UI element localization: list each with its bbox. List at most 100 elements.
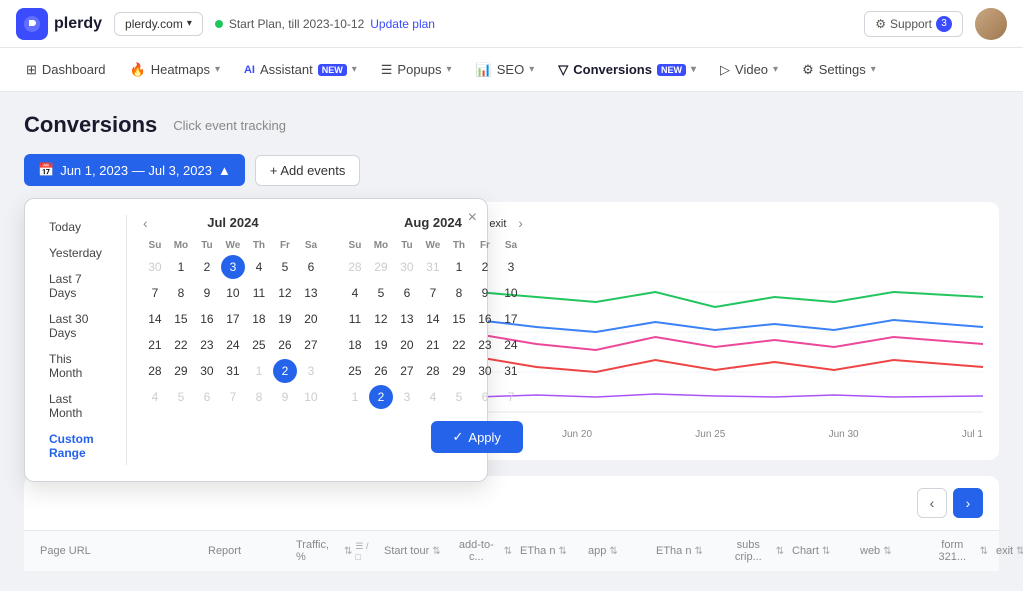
nav-item-assistant[interactable]: AI Assistant NEW ▾ bbox=[234, 56, 367, 83]
cal-day[interactable]: 29 bbox=[369, 255, 393, 279]
cal-day[interactable]: 14 bbox=[421, 307, 445, 331]
cal-day[interactable]: 7 bbox=[421, 281, 445, 305]
cal-day[interactable]: 4 bbox=[247, 255, 271, 279]
cal-day[interactable]: 26 bbox=[369, 359, 393, 383]
cal-day[interactable]: 14 bbox=[143, 307, 167, 331]
cal-day[interactable]: 2 bbox=[273, 359, 297, 383]
cal-day[interactable]: 23 bbox=[195, 333, 219, 357]
cal-day[interactable]: 6 bbox=[473, 385, 497, 409]
cal-day[interactable]: 10 bbox=[221, 281, 245, 305]
nav-item-heatmaps[interactable]: 🔥 Heatmaps ▾ bbox=[120, 56, 230, 84]
cal-day[interactable]: 3 bbox=[395, 385, 419, 409]
cal-day[interactable]: 4 bbox=[143, 385, 167, 409]
cal-day[interactable]: 30 bbox=[195, 359, 219, 383]
cal-day[interactable]: 24 bbox=[221, 333, 245, 357]
cal-day[interactable]: 10 bbox=[299, 385, 323, 409]
cal-day[interactable]: 25 bbox=[343, 359, 367, 383]
cal-day[interactable]: 24 bbox=[499, 333, 523, 357]
cal-day[interactable]: 2 bbox=[473, 255, 497, 279]
preset-today[interactable]: Today bbox=[41, 215, 110, 239]
cal-day[interactable]: 29 bbox=[169, 359, 193, 383]
cal-day[interactable]: 5 bbox=[169, 385, 193, 409]
cal-day[interactable]: 15 bbox=[447, 307, 471, 331]
cal-day-selected[interactable]: 3 bbox=[221, 255, 245, 279]
cal-day[interactable]: 9 bbox=[273, 385, 297, 409]
cal-day[interactable]: 16 bbox=[473, 307, 497, 331]
cal-day[interactable]: 20 bbox=[299, 307, 323, 331]
cal-day[interactable]: 21 bbox=[143, 333, 167, 357]
add-events-button[interactable]: + Add events bbox=[255, 155, 361, 186]
cal-day[interactable]: 6 bbox=[299, 255, 323, 279]
cal-day[interactable]: 6 bbox=[395, 281, 419, 305]
cal-day[interactable]: 16 bbox=[195, 307, 219, 331]
cal-day[interactable]: 22 bbox=[169, 333, 193, 357]
cal-day[interactable]: 19 bbox=[273, 307, 297, 331]
avatar[interactable] bbox=[975, 8, 1007, 40]
cal-day[interactable]: 9 bbox=[195, 281, 219, 305]
cal-day[interactable]: 3 bbox=[499, 255, 523, 279]
cal-day[interactable]: 3 bbox=[299, 359, 323, 383]
cal-day[interactable]: 5 bbox=[447, 385, 471, 409]
nav-item-dashboard[interactable]: ⊞ Dashboard bbox=[16, 56, 116, 84]
cal-day[interactable]: 6 bbox=[195, 385, 219, 409]
nav-item-seo[interactable]: 📊 SEO ▾ bbox=[466, 56, 545, 84]
table-next-button[interactable]: › bbox=[953, 488, 983, 518]
cal-day[interactable]: 1 bbox=[447, 255, 471, 279]
cal-day[interactable]: 9 bbox=[473, 281, 497, 305]
cal-day[interactable]: 4 bbox=[343, 281, 367, 305]
preset-custom[interactable]: Custom Range bbox=[41, 427, 110, 465]
preset-last30[interactable]: Last 30 Days bbox=[41, 307, 110, 345]
cal-day[interactable]: 27 bbox=[395, 359, 419, 383]
cal-day[interactable]: 15 bbox=[169, 307, 193, 331]
cal-day[interactable]: 28 bbox=[343, 255, 367, 279]
cal-day[interactable]: 13 bbox=[299, 281, 323, 305]
cal-day[interactable]: 11 bbox=[343, 307, 367, 331]
cal-day[interactable]: 27 bbox=[299, 333, 323, 357]
cal-day[interactable]: 8 bbox=[169, 281, 193, 305]
cal-day[interactable]: 2 bbox=[195, 255, 219, 279]
cal-day[interactable]: 17 bbox=[499, 307, 523, 331]
cal-day[interactable]: 1 bbox=[169, 255, 193, 279]
cal-day[interactable]: 8 bbox=[447, 281, 471, 305]
cal-day[interactable]: 18 bbox=[343, 333, 367, 357]
update-plan-link[interactable]: Update plan bbox=[370, 17, 435, 31]
cal-day[interactable]: 28 bbox=[143, 359, 167, 383]
domain-selector[interactable]: plerdy.com ▾ bbox=[114, 12, 203, 36]
cal-day[interactable]: 26 bbox=[273, 333, 297, 357]
cal-day[interactable]: 12 bbox=[273, 281, 297, 305]
cal-day[interactable]: 13 bbox=[395, 307, 419, 331]
date-range-button[interactable]: 📅 Jun 1, 2023 — Jul 3, 2023 ▲ bbox=[24, 154, 245, 186]
cal-day[interactable]: 31 bbox=[499, 359, 523, 383]
cal-day[interactable]: 10 bbox=[499, 281, 523, 305]
nav-item-conversions[interactable]: ▽ Conversions NEW ▾ bbox=[548, 56, 706, 84]
cal-day[interactable]: 7 bbox=[221, 385, 245, 409]
prev-month-button[interactable]: ‹ bbox=[143, 215, 148, 231]
cal-day[interactable]: 22 bbox=[447, 333, 471, 357]
preset-this-month[interactable]: This Month bbox=[41, 347, 110, 385]
cal-day[interactable]: 31 bbox=[221, 359, 245, 383]
cal-day[interactable]: 18 bbox=[247, 307, 271, 331]
cal-day[interactable]: 1 bbox=[343, 385, 367, 409]
preset-last7[interactable]: Last 7 Days bbox=[41, 267, 110, 305]
cal-day[interactable]: 21 bbox=[421, 333, 445, 357]
cal-day[interactable]: 11 bbox=[247, 281, 271, 305]
cal-day[interactable]: 25 bbox=[247, 333, 271, 357]
cal-day[interactable]: 4 bbox=[421, 385, 445, 409]
cal-day[interactable]: 30 bbox=[395, 255, 419, 279]
cal-day[interactable]: 7 bbox=[499, 385, 523, 409]
table-prev-button[interactable]: ‹ bbox=[917, 488, 947, 518]
cal-day[interactable]: 30 bbox=[143, 255, 167, 279]
cal-day[interactable]: 5 bbox=[273, 255, 297, 279]
cal-day[interactable]: 30 bbox=[473, 359, 497, 383]
nav-item-popups[interactable]: ☰ Popups ▾ bbox=[371, 56, 462, 84]
apply-button[interactable]: ✓ Apply bbox=[431, 421, 523, 453]
cal-day[interactable]: 1 bbox=[247, 359, 271, 383]
cal-day[interactable]: 20 bbox=[395, 333, 419, 357]
preset-last-month[interactable]: Last Month bbox=[41, 387, 110, 425]
cal-day[interactable]: 5 bbox=[369, 281, 393, 305]
cal-day[interactable]: 8 bbox=[247, 385, 271, 409]
cal-day-selected[interactable]: 2 bbox=[369, 385, 393, 409]
cal-day[interactable]: 19 bbox=[369, 333, 393, 357]
cal-day[interactable]: 23 bbox=[473, 333, 497, 357]
cal-day[interactable]: 28 bbox=[421, 359, 445, 383]
